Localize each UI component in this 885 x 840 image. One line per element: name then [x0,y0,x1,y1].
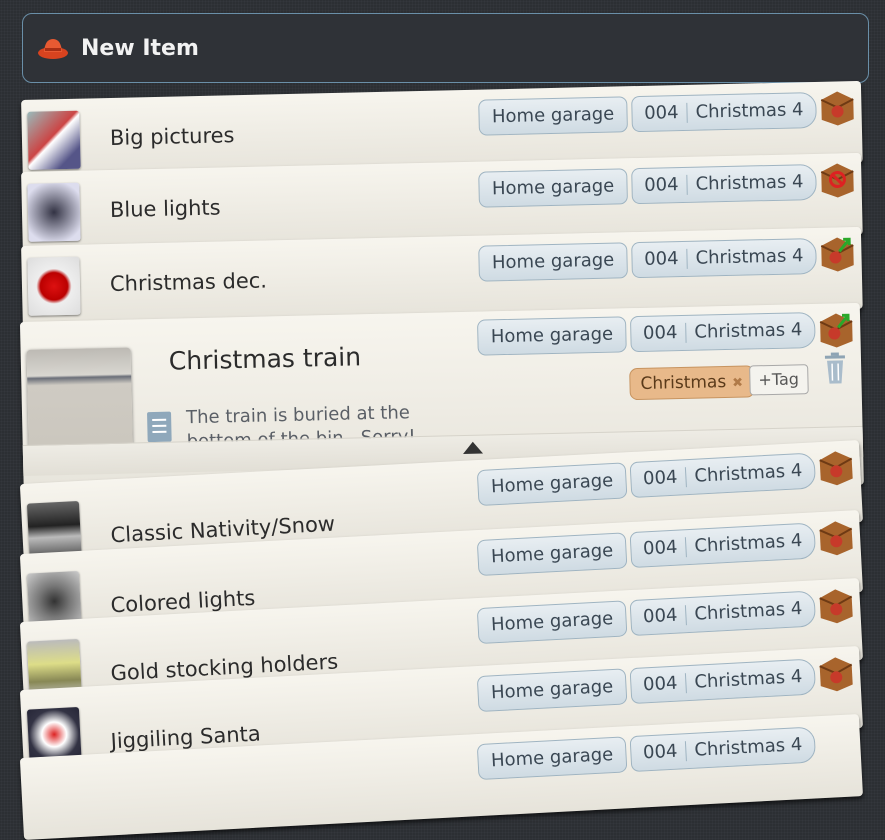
bin-pill[interactable]: 004 Christmas 4 [629,726,816,772]
item-name: Blue lights [110,195,221,222]
bin-name: Christmas 4 [695,171,803,194]
box-prohibited-icon[interactable] [819,159,856,200]
item-name: Big pictures [110,123,235,150]
item-thumbnail [27,257,80,316]
location-pill[interactable]: Home garage [477,668,627,712]
box-icon[interactable] [819,87,856,128]
bin-name: Christmas 4 [694,598,803,625]
bin-code: 004 [643,605,678,628]
bin-pill[interactable]: 004 Christmas 4 [631,164,817,204]
location-path: Home garage 004 Christmas 4 [479,164,817,208]
bin-name: Christmas 4 [694,666,803,693]
location-path: Home garage 004 Christmas 4 [477,312,815,356]
add-tag-button[interactable]: +Tag [749,364,808,395]
bin-code: 004 [643,673,678,696]
location-pill[interactable]: Home garage [477,462,627,506]
bin-pill[interactable]: 004 Christmas 4 [629,452,816,498]
item-name: Christmas train [169,342,362,375]
location-path: Home garage 004 Christmas 4 [477,590,816,644]
location-pill[interactable]: Home garage [477,736,627,780]
bin-code: 004 [644,248,679,270]
box-icon[interactable] [817,584,855,626]
bin-name: Christmas 4 [694,734,803,761]
location-path: Home garage 004 Christmas 4 [477,658,816,712]
box-checkout-icon[interactable] [818,309,855,350]
item-list: Big pictures Home garage 004Christmas 4 … [0,0,885,803]
bin-name: Christmas 4 [694,319,802,342]
location-pill[interactable]: Home garage [477,316,626,355]
location-path: Home garage 004 Christmas 4 [479,238,817,282]
note-icon [146,411,173,444]
item-thumbnail [27,111,80,170]
location-pill[interactable]: Home garage [479,242,628,281]
bin-code: 004 [643,467,678,490]
item-name: Christmas dec. [110,268,268,296]
bin-pill[interactable]: 004 Christmas 4 [629,658,816,704]
bin-code: 004 [644,102,679,124]
box-icon[interactable] [817,516,855,558]
box-icon[interactable] [817,652,855,694]
bin-name: Christmas 4 [694,460,803,487]
location-pill[interactable]: Home garage [477,600,627,644]
tag-chip[interactable]: Christmas ✖ [629,365,754,400]
bin-code: 004 [643,537,678,560]
location-pill[interactable]: Home garage [477,532,627,576]
bin-name: Christmas 4 [694,530,803,557]
remove-tag-icon[interactable]: ✖ [732,376,743,391]
bin-name: Christmas 4 [695,99,803,122]
location-pill[interactable]: Home garage [479,168,628,207]
bin-pill[interactable]: 004 Christmas 4 [630,312,816,352]
box-checkout-icon[interactable] [819,233,856,274]
location-path: Home garage 004 Christmas 4 [477,522,816,576]
location-path: Home garage 004 Christmas 4 [477,452,816,506]
bin-pill[interactable]: 004 Christmas 4 [629,522,816,568]
location-path: Home garage 004 Christmas 4 [477,726,816,780]
bin-name: Christmas 4 [695,245,803,268]
tag-label: Christmas [640,372,726,394]
trash-icon[interactable] [823,351,848,386]
item-thumbnail [27,183,80,242]
bin-pill[interactable]: 004 Christmas 4 [631,92,817,132]
bin-code: 004 [644,174,679,196]
bin-code: 004 [643,741,678,764]
box-icon[interactable] [817,446,855,488]
location-pill[interactable]: Home garage [479,96,628,135]
bin-pill[interactable]: 004 Christmas 4 [631,238,817,278]
bin-pill[interactable]: 004 Christmas 4 [629,590,816,636]
bin-code: 004 [643,322,678,344]
collapse-caret-icon[interactable] [463,442,483,454]
location-path: Home garage 004 Christmas 4 [479,92,817,136]
